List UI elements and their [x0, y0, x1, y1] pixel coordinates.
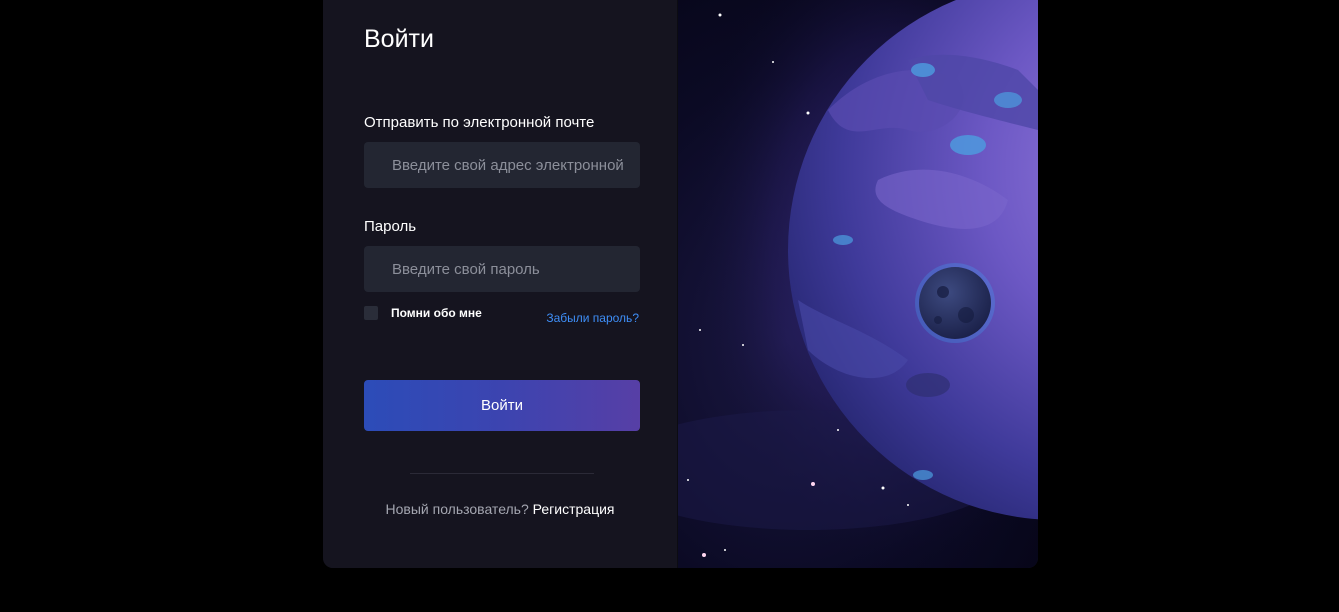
login-modal: Войти Отправить по электронной почте Пар… — [323, 0, 1038, 568]
remember-me-checkbox[interactable] — [364, 306, 378, 320]
login-button[interactable]: Войти — [364, 380, 640, 431]
email-input[interactable] — [364, 142, 640, 188]
planet-illustration — [678, 0, 1038, 568]
signup-prompt-text: Новый пользователь? — [385, 501, 529, 517]
space-illustration — [678, 0, 1038, 568]
email-label: Отправить по электронной почте — [364, 114, 595, 131]
remember-me-toggle[interactable]: Помни обо мне — [364, 306, 482, 320]
password-input[interactable] — [364, 246, 640, 292]
remember-me-label: Помни обо мне — [391, 306, 482, 320]
forgot-password-link[interactable]: Забыли пароль? — [546, 311, 639, 325]
password-label: Пароль — [364, 218, 417, 235]
page-title: Войти — [364, 25, 434, 53]
login-form-panel: Войти Отправить по электронной почте Пар… — [323, 0, 678, 568]
signup-link[interactable]: Регистрация — [533, 501, 615, 517]
divider — [410, 473, 594, 474]
signup-prompt: Новый пользователь? Регистрация — [323, 501, 677, 517]
